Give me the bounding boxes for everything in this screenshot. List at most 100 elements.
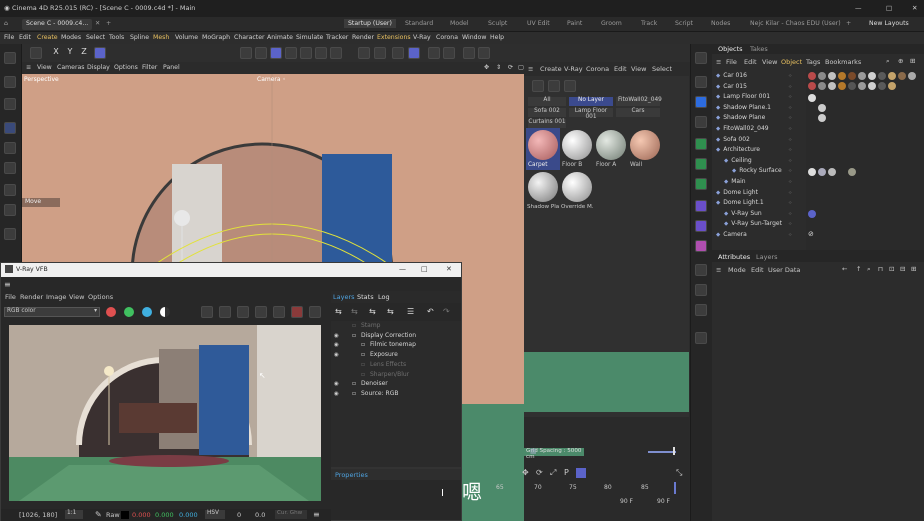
green-channel-button[interactable] [124,307,134,317]
eyedropper-icon[interactable]: ✎ [95,510,102,519]
mograph-icon[interactable] [695,158,707,170]
tag-material-icon[interactable] [868,72,876,80]
visibility-dots-icon[interactable]: ⁘ [788,211,792,217]
layer-filter-curtains[interactable]: Curtains 001 [528,119,566,128]
visibility-dots-icon[interactable]: ⁘ [788,84,792,90]
menu-mesh[interactable]: Mesh [153,34,169,41]
object-row[interactable]: ◆ Shadow Plane.1 [716,104,771,114]
vp-menu-panel[interactable]: Panel [163,64,180,71]
brush-tool-icon[interactable] [4,184,16,196]
edges-mode-icon[interactable] [300,47,312,59]
object-row[interactable]: ◆ Camera [716,231,747,241]
points-mode-icon[interactable] [285,47,297,59]
vfb-channel-select[interactable]: RGB color ▾ [4,307,100,317]
menu-select[interactable]: Select [86,34,105,41]
material-tool-icon-3[interactable] [564,80,576,92]
magnet-icon[interactable] [358,47,370,59]
menu-vray[interactable]: V-Ray [413,34,431,41]
vfb-menu-options[interactable]: Options [88,293,113,301]
colorspace-select[interactable]: HSV [205,510,225,519]
objects-filter-icon[interactable]: ⊕ [898,57,903,65]
tab-custom-layout[interactable]: Nejc Kilar - Chaos EDU (User) [750,20,841,27]
timeline-ruler[interactable]: 65 70 75 80 85 [496,482,689,494]
tab-standard[interactable]: Standard [405,20,433,27]
attr-menu-user-data[interactable]: User Data [768,266,800,274]
grid-view-icon[interactable]: ▦ [530,447,537,455]
workplane-icon[interactable] [392,47,404,59]
polygons-mode-icon[interactable] [315,47,327,59]
attr-menu-mode[interactable]: Mode [728,266,746,274]
object-row[interactable]: ◆ Dome Light [716,189,758,199]
visibility-dots-icon[interactable]: ⁘ [788,73,792,79]
menu-volume[interactable]: Volume [175,34,198,41]
tag-material-icon[interactable] [908,72,916,80]
clear-image-icon[interactable] [219,306,231,318]
obj-menu-tags[interactable]: Tags [806,58,820,66]
move-tool-icon[interactable] [4,122,16,134]
zoom-select[interactable]: 1:1 [65,510,83,519]
material-shadow-plane[interactable]: Shadow Pla [526,170,560,212]
new-material-icon[interactable] [532,80,544,92]
layer-save-icon[interactable]: ⇆ [351,307,358,316]
spline-icon[interactable] [695,200,707,212]
tag-material-icon[interactable] [828,168,836,176]
tag-material-icon[interactable] [828,72,836,80]
menu-tools[interactable]: Tools [109,34,124,41]
cloner-icon[interactable] [695,52,707,64]
tag-material-icon[interactable] [808,72,816,80]
timeline-expand-icon[interactable]: ⤡ [676,468,682,478]
rotate-key-icon[interactable]: ⟳ [536,468,543,477]
tag-material-icon[interactable] [808,94,816,102]
menu-mograph[interactable]: MoGraph [202,34,230,41]
tab-paint[interactable]: Paint [567,20,582,27]
material-menu-icon[interactable]: ≡ [528,65,533,73]
mat-menu-corona[interactable]: Corona [586,65,609,73]
rotate-tool-icon[interactable] [4,142,16,154]
visibility-dots-icon[interactable]: ⁘ [788,190,792,196]
attr-menu-edit[interactable]: Edit [751,266,764,274]
axis-y-button[interactable]: Y [64,47,76,59]
vfb-layer-row[interactable]: ◉ ▫ Filmic tonemap [334,341,416,350]
tag-material-icon[interactable] [838,82,846,90]
layer-add-icon[interactable]: ⇆ [335,307,342,316]
track-mouse-icon[interactable] [237,306,249,318]
obj-menu-view[interactable]: View [762,58,777,66]
tag-material-icon[interactable] [808,82,816,90]
object-row[interactable]: ◆ Ceiling [724,157,752,167]
live-selection-icon[interactable] [4,98,16,110]
new-layouts-button[interactable]: New Layouts [869,20,909,27]
tag-material-icon[interactable] [818,72,826,80]
volume-icon[interactable] [695,240,707,252]
tag-material-icon[interactable] [878,72,886,80]
visibility-dots-icon[interactable]: ⁘ [788,126,792,132]
attr-search-icon[interactable]: ⌕ [867,265,871,274]
visibility-dots-icon[interactable]: ⁘ [788,179,792,185]
vfb-hamburger-icon[interactable]: ≡ [4,280,11,289]
deformer-icon[interactable] [695,178,707,190]
vfb-menu-render[interactable]: Render [20,293,43,301]
attributes-menu-icon[interactable]: ≡ [716,266,721,274]
uv-mode-icon[interactable] [330,47,342,59]
tag-material-icon[interactable] [818,82,826,90]
menu-file[interactable]: File [4,34,14,41]
tab-objects[interactable]: Objects [718,45,743,53]
tab-track[interactable]: Track [641,20,657,27]
eye-icon[interactable]: ◉ [334,342,344,348]
tab-sculpt[interactable]: Sculpt [488,20,507,27]
visibility-dots-icon[interactable]: ⁘ [788,221,792,227]
attr-up-icon[interactable]: ↑ [856,265,861,273]
tab-layers[interactable]: Layers [756,253,778,261]
tag-material-icon[interactable] [838,72,846,80]
vfb-menu-view[interactable]: View [69,293,84,301]
object-row[interactable]: ◆ Car 015 [716,83,747,93]
viewport-layout-icon[interactable]: ▢ [518,64,524,71]
visibility-dots-icon[interactable]: ⁘ [788,168,792,174]
vfb-menu-image[interactable]: Image [46,293,66,301]
tab-vfb-stats[interactable]: Stats [357,293,374,301]
scale-key-icon[interactable]: ⤢ [550,468,556,478]
timeline-playhead[interactable] [674,482,676,494]
document-tab[interactable]: Scene C - 0009.c4... [22,19,92,30]
save-image-icon[interactable] [201,306,213,318]
render-view-icon[interactable] [428,47,440,59]
render-picture-viewer-icon[interactable] [478,47,490,59]
